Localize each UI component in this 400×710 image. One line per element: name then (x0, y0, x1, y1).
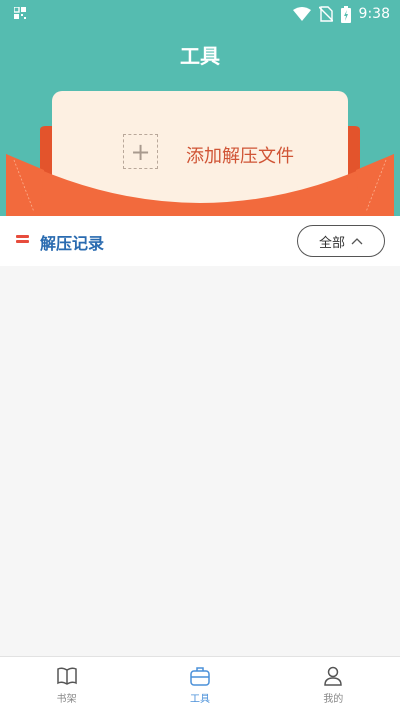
battery-charging-icon (340, 5, 351, 23)
page-title: 工具 (180, 44, 220, 68)
toolbox-icon (190, 667, 210, 686)
add-file-label[interactable]: 添加解压文件 (186, 142, 294, 168)
add-file-plus-button[interactable]: + (123, 134, 158, 169)
no-sim-icon (318, 6, 333, 22)
status-time: 9:38 (358, 6, 390, 22)
nav-label-bookshelf: 书架 (56, 694, 77, 705)
nav-item-bookshelf[interactable]: 书架 (0, 657, 133, 710)
status-right: 9:38 (292, 4, 390, 24)
records-section-header: 解压记录 全部 (0, 216, 400, 266)
plus-icon: + (130, 137, 151, 166)
records-list-empty (0, 266, 400, 656)
filter-all-button[interactable]: 全部 (297, 225, 385, 257)
list-icon (16, 235, 29, 243)
qr-icon (14, 7, 26, 19)
header: 9:38 工具 + 添加解压文件 (0, 0, 400, 216)
user-icon (324, 666, 343, 686)
chevron-up-icon (351, 238, 363, 245)
nav-label-tools: 工具 (189, 694, 210, 705)
status-bar: 9:38 (0, 0, 400, 28)
book-icon (56, 667, 77, 685)
records-title: 解压记录 (40, 234, 105, 253)
wifi-icon (292, 7, 311, 21)
nav-item-tools[interactable]: 工具 (133, 657, 266, 710)
nav-item-profile[interactable]: 我的 (267, 657, 400, 710)
nav-label-profile: 我的 (323, 694, 344, 705)
filter-label: 全部 (318, 235, 345, 251)
bottom-nav: 书架 工具 我的 (0, 656, 400, 710)
